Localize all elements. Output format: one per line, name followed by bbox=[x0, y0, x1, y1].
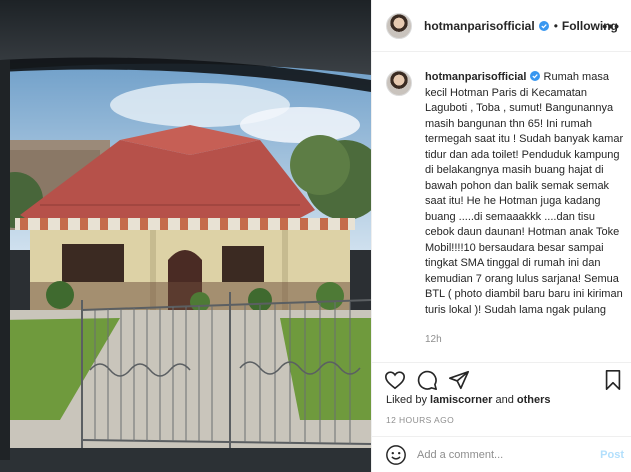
header-separator: • bbox=[553, 18, 558, 33]
caption: hotmanparisofficial Rumah masa kecil Hot… bbox=[386, 70, 626, 318]
likes-others-link[interactable]: others bbox=[517, 394, 551, 406]
caption-text: Rumah masa kecil Hotman Paris di Kecamat… bbox=[425, 71, 627, 316]
caption-time-ago[interactable]: 12h bbox=[425, 334, 442, 345]
action-bar bbox=[372, 362, 631, 392]
avatar[interactable] bbox=[386, 12, 412, 39]
house-photo-illustration bbox=[0, 0, 371, 472]
likes-middle: and bbox=[492, 394, 517, 406]
caption-avatar[interactable] bbox=[386, 70, 412, 96]
comment-bar: Post bbox=[372, 436, 631, 472]
more-options-icon[interactable]: ••• bbox=[602, 18, 620, 34]
verified-badge-icon bbox=[538, 20, 549, 31]
bookmark-icon[interactable] bbox=[602, 369, 624, 391]
post-date[interactable]: 12 HOURS AGO bbox=[386, 415, 454, 425]
share-icon[interactable] bbox=[448, 369, 470, 391]
post-side-panel: hotmanparisofficial • Following ••• hotm… bbox=[371, 0, 631, 472]
likes-prefix: Liked by bbox=[386, 394, 431, 406]
comment-icon[interactable] bbox=[416, 369, 438, 391]
comment-input[interactable] bbox=[417, 448, 587, 461]
post-header: hotmanparisofficial • Following ••• bbox=[372, 0, 631, 52]
caption-text-block: hotmanparisofficial Rumah masa kecil Hot… bbox=[425, 70, 625, 318]
likes-user-link[interactable]: lamiscorner bbox=[430, 394, 492, 406]
header-username[interactable]: hotmanparisofficial bbox=[424, 19, 535, 33]
post-comment-button[interactable]: Post bbox=[600, 449, 624, 461]
likes-summary: Liked by lamiscorner and others bbox=[386, 394, 551, 406]
emoji-icon[interactable] bbox=[385, 444, 407, 466]
caption-username[interactable]: hotmanparisofficial bbox=[425, 71, 526, 83]
heart-icon[interactable] bbox=[384, 369, 406, 391]
caption-verified-badge-icon bbox=[530, 71, 541, 81]
post-photo[interactable] bbox=[0, 0, 371, 472]
